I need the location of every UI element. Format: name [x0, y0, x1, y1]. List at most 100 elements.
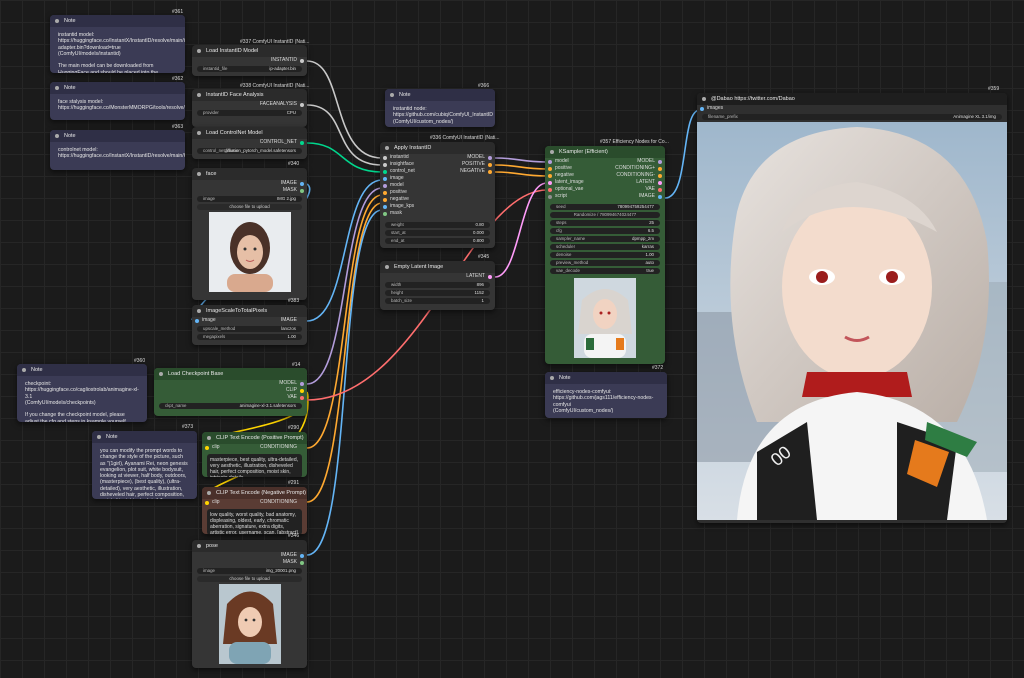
note-instantid-model[interactable]: Note instantid model: https://huggingfac…	[50, 15, 185, 73]
widget-control-net-name[interactable]: control_net_name diffusion_pytorch_model.…	[197, 148, 302, 154]
widget-megapixels[interactable]: megapixels 1.00	[197, 334, 302, 340]
widget-control-after-generate[interactable]: Randomize / 780994674024477	[550, 212, 660, 218]
input-model[interactable]: model	[545, 158, 584, 165]
node-id-label: #346	[288, 533, 300, 539]
input-images[interactable]: images	[697, 105, 1007, 112]
note-prompt-tips[interactable]: Note you can modify the prompt words to …	[92, 431, 197, 499]
output-latent[interactable]: LATENT	[380, 273, 495, 280]
upload-button[interactable]: choose file to upload	[197, 204, 302, 210]
output-image[interactable]: IMAGE	[192, 552, 307, 559]
note-instantid-node[interactable]: Note instantid node: https://github.com/…	[385, 89, 495, 127]
input-mask[interactable]: mask	[380, 210, 415, 217]
input-clip[interactable]: clip CONDITIONING	[202, 444, 307, 451]
input-model[interactable]: model	[380, 182, 415, 189]
widget-label: sampler_name	[556, 236, 586, 241]
port-label: latent_image	[555, 179, 584, 185]
input-optional-vae[interactable]: optional_vae	[545, 186, 584, 193]
widget-sampler-name[interactable]: sampler_name dpmpp_2m	[550, 236, 660, 242]
output-latent[interactable]: LATENT	[595, 179, 665, 186]
widget-height[interactable]: height 1152	[385, 290, 490, 296]
image-scale-node[interactable]: ImageScaleToTotalPixels image IMAGE upsca…	[192, 305, 307, 345]
widget-ckpt-name[interactable]: ckpt_name animagine-xl-3.1.safetensors	[159, 403, 302, 409]
clip-text-encode-positive-node[interactable]: CLIP Text Encode (Positive Prompt) clip C…	[202, 432, 307, 477]
widget-cfg[interactable]: cfg 6.5	[550, 228, 660, 234]
widget-vae-decode[interactable]: vae_decode true	[550, 268, 660, 274]
empty-latent-image-node[interactable]: Empty Latent Image LATENT width 896 heigh…	[380, 261, 495, 310]
load-controlnet-node[interactable]: Load ControlNet Model CONTROL_NET contro…	[192, 127, 307, 159]
input-positive[interactable]: positive	[380, 189, 415, 196]
output-conditioning-negative[interactable]: CONDITIONING-	[595, 172, 665, 179]
widget-upscale-method[interactable]: upscale_method lanczos	[197, 326, 302, 332]
widget-preview-method[interactable]: preview_method auto	[550, 260, 660, 266]
positive-prompt-textarea[interactable]: masterpiece, best quality, ultra-detaile…	[207, 454, 302, 477]
widget-value: Animagine XL 3.1/img	[953, 114, 996, 119]
node-title: Load ControlNet Model	[192, 127, 307, 139]
output-clip[interactable]: CLIP	[154, 387, 307, 394]
widget-width[interactable]: width 896	[385, 282, 490, 288]
face-load-image-node[interactable]: face IMAGE MASK image IMG 2.jpg choose fi…	[192, 168, 307, 300]
output-vae[interactable]: VAE	[595, 186, 665, 193]
input-control-net[interactable]: control_net	[380, 168, 415, 175]
input-positive[interactable]: positive	[545, 165, 584, 172]
widget-label: preview_method	[556, 260, 589, 265]
save-image-node[interactable]: @Dabao https://twitter.com/Dabao images …	[697, 93, 1007, 523]
input-clip[interactable]: clip CONDITIONING	[202, 499, 307, 506]
load-checkpoint-node[interactable]: Load Checkpoint Base MODEL CLIP VAE ckpt…	[154, 368, 307, 416]
input-negative[interactable]: negative	[380, 196, 415, 203]
output-vae[interactable]: VAE	[154, 394, 307, 401]
input-image-kps[interactable]: image_kps	[380, 203, 415, 210]
output-model[interactable]: MODEL	[435, 154, 495, 161]
input-latent-image[interactable]: latent_image	[545, 179, 584, 186]
output-conditioning-positive[interactable]: CONDITIONING+	[595, 165, 665, 172]
port-label: NEGATIVE	[460, 168, 485, 174]
widget-value: 780994674024477	[599, 212, 637, 217]
note-efficiency-nodes[interactable]: Note efficiency-nodes-comfyui: https://g…	[545, 372, 667, 418]
widget-scheduler[interactable]: scheduler karras	[550, 244, 660, 250]
port-label: FACEANALYSIS	[259, 101, 297, 107]
widget-denoise[interactable]: denoise 1.00	[550, 252, 660, 258]
note-checkpoint[interactable]: Note checkpoint: https://huggingface.co/…	[17, 364, 147, 422]
output-model[interactable]: MODEL	[154, 380, 307, 387]
instantid-face-analysis-node[interactable]: InstantID Face Analysis FACEANALYSIS pro…	[192, 89, 307, 127]
output-image[interactable]: IMAGE	[192, 180, 307, 187]
apply-instantid-node[interactable]: Apply InstantID instantid insightface co…	[380, 142, 495, 248]
output-negative[interactable]: NEGATIVE	[435, 168, 495, 175]
widget-image[interactable]: image img_20001.png	[197, 568, 302, 574]
node-id-label: #373	[182, 424, 194, 430]
input-instantid[interactable]: instantid	[380, 154, 415, 161]
load-instantid-model-node[interactable]: Load InstantID Model INSTANTID instantid…	[192, 45, 307, 76]
output-mask[interactable]: MASK	[192, 187, 307, 194]
upload-button[interactable]: choose file to upload	[197, 576, 302, 582]
widget-provider[interactable]: provider CPU	[197, 110, 302, 116]
input-image[interactable]: image	[380, 175, 415, 182]
widget-batch-size[interactable]: batch_size 1	[385, 298, 490, 304]
port-label: negative	[390, 196, 409, 202]
output-faceanalysis[interactable]: FACEANALYSIS	[192, 101, 307, 108]
widget-start-at[interactable]: start_at 0.000	[385, 230, 490, 236]
widget-filename-prefix[interactable]: filename_prefix Animagine XL 3.1/img	[702, 114, 1002, 120]
widget-end-at[interactable]: end_at 0.800	[385, 238, 490, 244]
ksampler-efficient-node[interactable]: KSampler (Efficient) model positive nega…	[545, 146, 665, 364]
clip-text-encode-negative-node[interactable]: CLIP Text Encode (Negative Prompt) clip C…	[202, 487, 307, 534]
note-controlnet-model[interactable]: Note controlnet model: https://huggingfa…	[50, 130, 185, 170]
output-positive[interactable]: POSITIVE	[435, 161, 495, 168]
output-control-net[interactable]: CONTROL_NET	[192, 139, 307, 146]
input-image[interactable]: image IMAGE	[192, 317, 307, 324]
widget-seed[interactable]: seed 780994759254477	[550, 204, 660, 210]
negative-prompt-textarea[interactable]: low quality, worst quality, bad anatomy,…	[207, 509, 302, 534]
pose-load-image-node[interactable]: pose IMAGE MASK image img_20001.png choos…	[192, 540, 307, 668]
note-title: Note	[50, 15, 185, 27]
input-negative[interactable]: negative	[545, 172, 584, 179]
output-instantid[interactable]: INSTANTID	[192, 57, 307, 64]
input-script[interactable]: script	[545, 193, 584, 200]
widget-steps[interactable]: steps 25	[550, 220, 660, 226]
widget-instantid-file[interactable]: instantid_file ip-adapter.bin	[197, 66, 302, 72]
output-mask[interactable]: MASK	[192, 559, 307, 566]
widget-image[interactable]: image IMG 2.jpg	[197, 196, 302, 202]
widget-value: karras	[641, 244, 654, 249]
widget-weight[interactable]: weight 0.80	[385, 222, 490, 228]
input-insightface[interactable]: insightface	[380, 161, 415, 168]
output-image[interactable]: IMAGE	[595, 193, 665, 200]
note-face-analysis-model[interactable]: Note face stalysis model: https://huggin…	[50, 82, 185, 120]
output-model[interactable]: MODEL	[595, 158, 665, 165]
